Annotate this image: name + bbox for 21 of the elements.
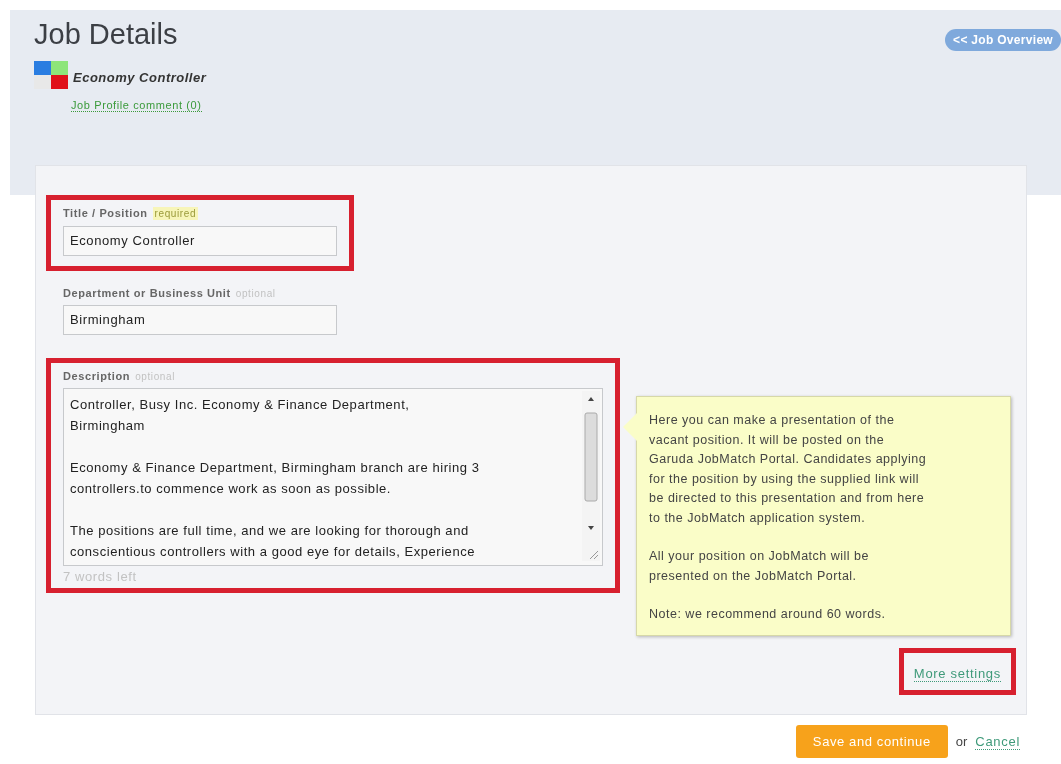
cancel-link[interactable]: Cancel xyxy=(975,733,1020,750)
field-tag: required xyxy=(152,207,199,220)
or-text: or xyxy=(955,734,968,749)
tooltip-text: Note: we recommend around 60 words. xyxy=(649,606,887,623)
comment-link[interactable]: Job Profile comment (0) xyxy=(71,99,202,112)
tooltip-text: Here you can make a presentation of the vacant position. It will be posted on the Garuda JobMatch Portal. Candidates applying for the position by using the supplied link will be directed to this presentation and from here to the JobMatch application system. xyxy=(649,412,928,527)
text-paragraph: Economy & Finance Department, Birmingham branch are hiring 3 controllers.to commence work as soon as possible. xyxy=(70,459,481,498)
page-title: Job Details xyxy=(34,18,179,51)
text-paragraph: The positions are full time, and we are looking for thorough and conscientious controllers with a good eye for details, Experience xyxy=(70,522,476,561)
input-field[interactable]: Birmingham xyxy=(63,305,337,335)
more-settings-link[interactable]: More settings xyxy=(913,665,1001,682)
save-button[interactable]: Save and continue xyxy=(795,725,948,758)
text-paragraph: Controller, Busy Inc. Economy & Finance Department, Birmingham xyxy=(70,396,411,435)
job-name: Economy Controller xyxy=(73,69,207,85)
tooltip-text: All your position on JobMatch will be presented on the JobMatch Portal. xyxy=(649,548,870,585)
field-label: Department or Business Unit xyxy=(63,287,231,299)
field-label: Description xyxy=(63,370,131,382)
text-area[interactable] xyxy=(63,388,603,566)
input-field[interactable]: Economy Controller xyxy=(63,226,337,256)
field-label: Title / Position xyxy=(63,207,148,219)
overview-button[interactable]: << Job Overview xyxy=(945,29,1061,51)
